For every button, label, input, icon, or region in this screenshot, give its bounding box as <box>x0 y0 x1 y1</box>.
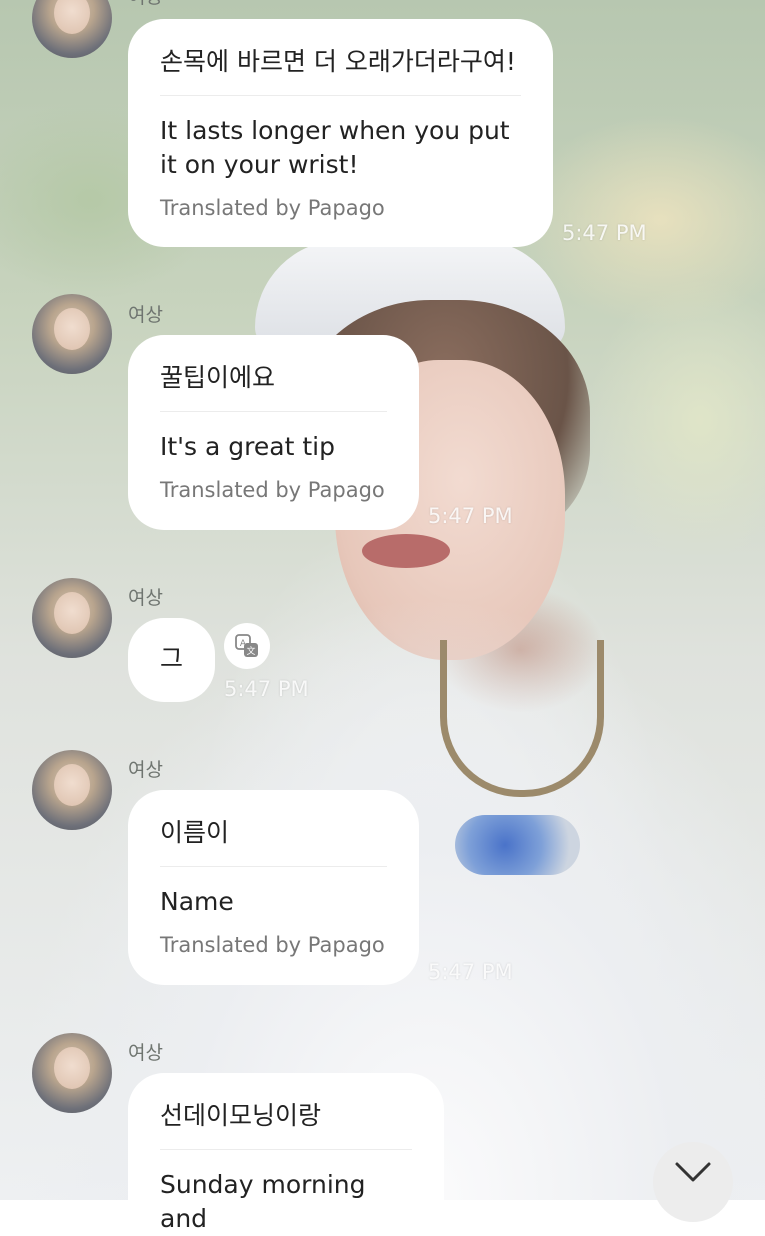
translation-credit: Translated by Papago <box>160 196 385 220</box>
divider <box>160 866 387 867</box>
message-original-text: 이름이 <box>160 818 230 847</box>
chat-thread: 여상 손목에 바르면 더 오래가더라구여! It lasts longer wh… <box>0 0 765 1233</box>
svg-text:文: 文 <box>246 645 255 657</box>
avatar[interactable] <box>32 294 112 374</box>
avatar[interactable] <box>32 0 112 58</box>
translation-credit: Translated by Papago <box>160 478 385 502</box>
avatar[interactable] <box>32 578 112 658</box>
message-translation-text: It lasts longer when you put it on your … <box>160 116 510 179</box>
message-time: 5:47 PM <box>428 504 513 528</box>
avatar[interactable] <box>32 1033 112 1113</box>
message-bubble[interactable]: 손목에 바르면 더 오래가더라구여! It lasts longer when … <box>128 19 553 247</box>
scroll-to-bottom-button[interactable] <box>653 1142 733 1222</box>
divider <box>160 95 521 96</box>
sender-name: 여상 <box>128 759 163 781</box>
message-time: 5:47 PM <box>224 677 309 701</box>
message-original-text: 선데이모닝이랑 <box>160 1101 322 1130</box>
message-time: 5:47 PM <box>428 960 513 984</box>
chevron-down-icon <box>675 1162 711 1182</box>
message-bubble[interactable]: 꿀팁이에요 It's a great tip Translated by Pap… <box>128 335 419 530</box>
message-bubble[interactable]: 그 <box>128 618 215 702</box>
sender-name: 여상 <box>128 304 163 326</box>
translate-icon: A 文 <box>235 634 258 657</box>
message-translation-text: It's a great tip <box>160 432 335 461</box>
translation-credit: Translated by Papago <box>160 933 385 957</box>
message-original-text: 그 <box>160 644 184 673</box>
sender-name: 여상 <box>128 1042 163 1064</box>
translate-button[interactable]: A 文 <box>224 623 270 669</box>
divider <box>160 411 387 412</box>
divider <box>160 1149 412 1150</box>
sender-name: 여상 <box>128 0 163 9</box>
sender-name: 여상 <box>128 587 163 609</box>
message-original-text: 꿀팁이에요 <box>160 363 276 392</box>
message-bubble[interactable]: 이름이 Name Translated by Papago <box>128 790 419 985</box>
message-bubble[interactable]: 선데이모닝이랑 Sunday morning and <box>128 1073 444 1233</box>
message-time: 5:47 PM <box>562 221 647 245</box>
avatar[interactable] <box>32 750 112 830</box>
message-translation-text: Name <box>160 887 234 916</box>
message-original-text: 손목에 바르면 더 오래가더라구여! <box>160 47 516 76</box>
message-translation-text: Sunday morning and <box>160 1170 366 1233</box>
